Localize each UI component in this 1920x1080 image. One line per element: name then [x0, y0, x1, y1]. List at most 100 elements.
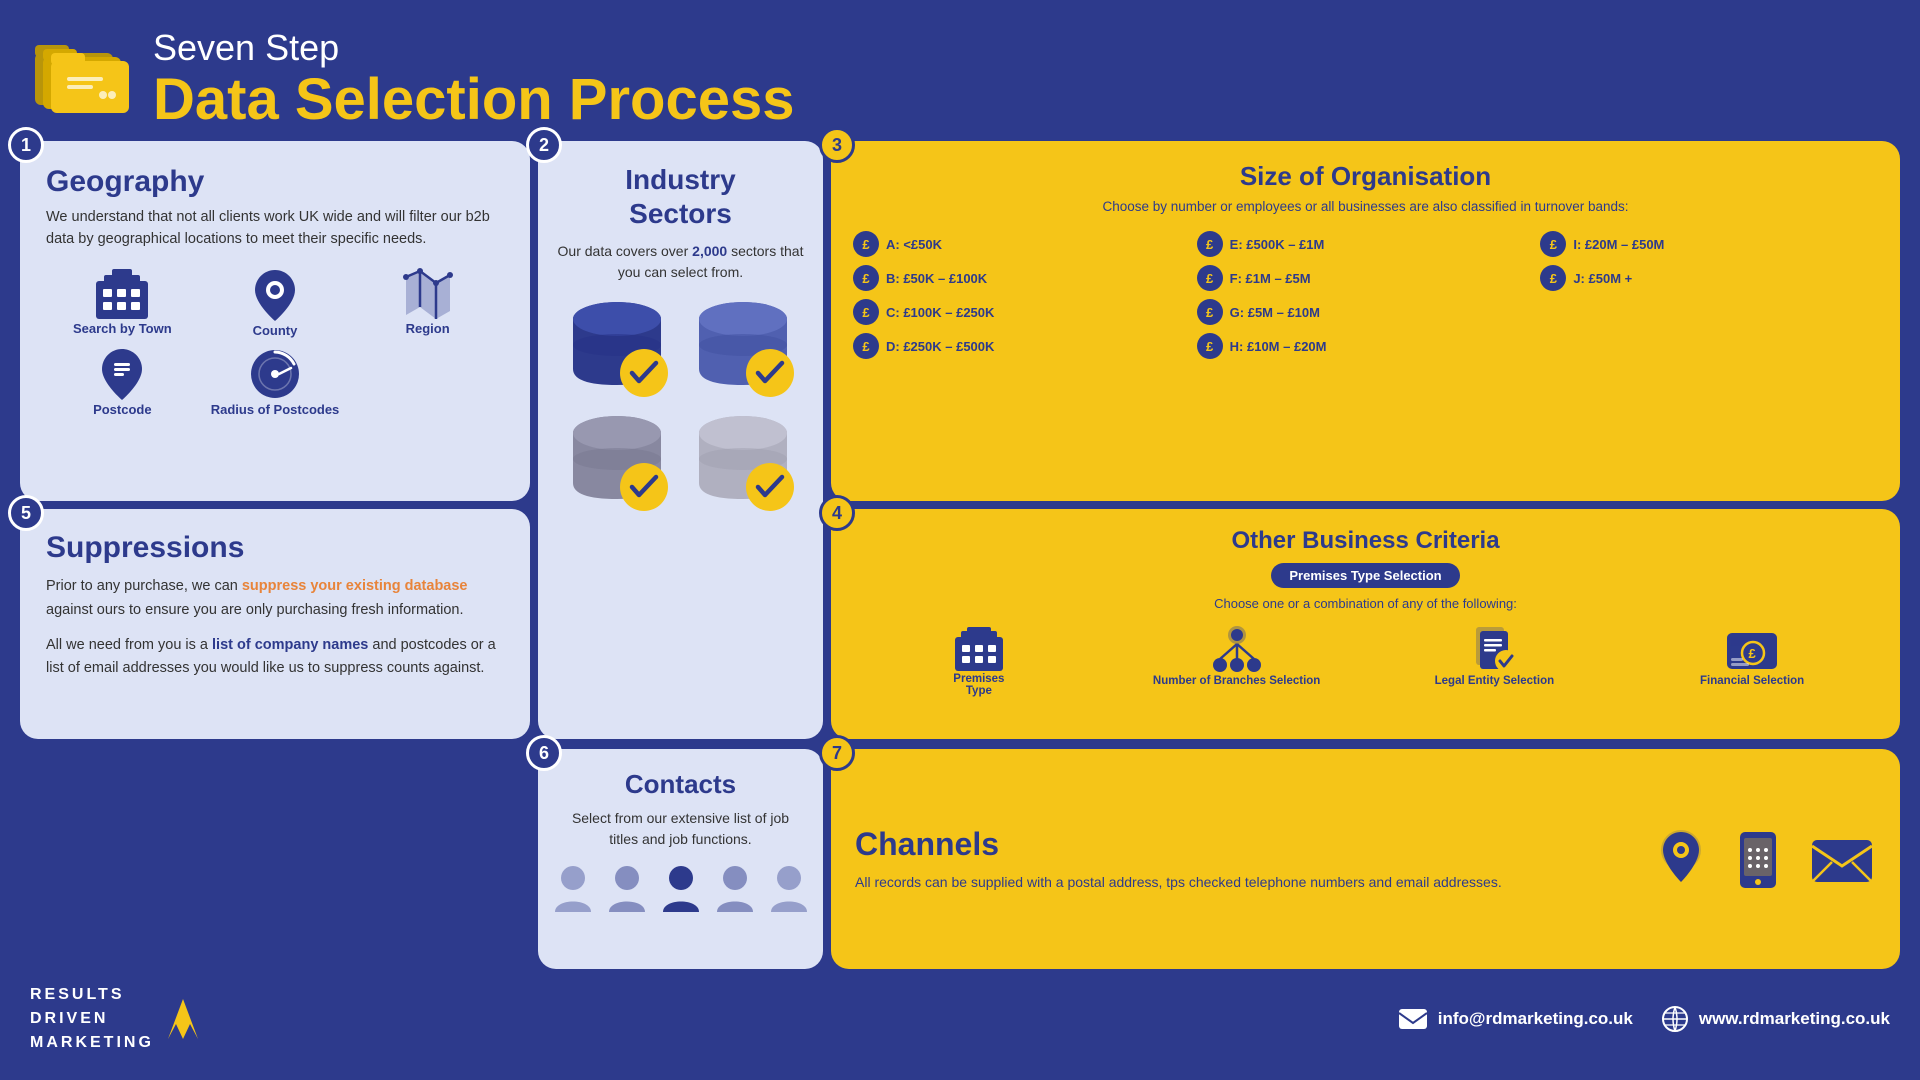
footer: RESULTS DRIVEN MARKETING info@rdmarketin…: [0, 969, 1920, 1055]
bands-grid: £ A: <£50K £ E: £500K – £1M £ I: £20M – …: [853, 231, 1878, 359]
band-g-row: £ G: £5M – £10M: [1197, 299, 1535, 325]
band-e-row: £ E: £500K – £1M: [1197, 231, 1535, 257]
pound-e: £: [1197, 231, 1223, 257]
size-subtitle: Choose by number or employees or all bus…: [853, 198, 1878, 217]
premises-type-item: PremisesType: [855, 623, 1103, 697]
band-a-row: £ A: <£50K: [853, 231, 1191, 257]
person3-icon: [659, 864, 703, 916]
region-map-icon: [398, 267, 458, 321]
band-h-text: H: £10M – £20M: [1230, 339, 1327, 354]
band-i-row: £ I: £20M – £50M: [1540, 231, 1878, 257]
pound-i: £: [1540, 231, 1566, 257]
channels-text-block: Channels All records can be supplied wit…: [855, 826, 1634, 893]
suppressions-para2: All we need from you is a list of compan…: [46, 634, 504, 680]
email-text: info@rdmarketing.co.uk: [1438, 1009, 1633, 1029]
band-j-text: J: £50M +: [1573, 271, 1632, 286]
header-title-block: Seven Step Data Selection Process: [153, 28, 795, 131]
band-e-text: E: £500K – £1M: [1230, 237, 1325, 252]
band-empty2: [1540, 333, 1878, 359]
radius-label: Radius of Postcodes: [211, 402, 340, 417]
person5-icon: [767, 864, 811, 916]
email-channel-icon: [1808, 832, 1876, 886]
db1-icon: [559, 297, 677, 403]
geo-region: Region: [351, 267, 504, 338]
other-subtitle-text: Choose one or a combination of any of th…: [855, 596, 1876, 611]
person-icons: [551, 864, 811, 916]
pound-d: £: [853, 333, 879, 359]
band-b-row: £ B: £50K – £100K: [853, 265, 1191, 291]
town-label: Search by Town: [73, 321, 172, 336]
pound-b: £: [853, 265, 879, 291]
size-heading: Size of Organisation: [853, 161, 1878, 192]
band-d-row: £ D: £250K – £500K: [853, 333, 1191, 359]
header-subtitle: Seven Step: [153, 28, 795, 68]
channel-icons: [1654, 828, 1876, 890]
pound-f: £: [1197, 265, 1223, 291]
industry-heading: IndustrySectors: [625, 163, 735, 230]
step2-badge: 2: [526, 127, 562, 163]
step3-size: 3 Size of Organisation Choose by number …: [831, 141, 1900, 501]
geography-heading: Geography: [46, 165, 504, 199]
step1-geography: 1 Geography We understand that not all c…: [20, 141, 530, 501]
premises-type-text: PremisesType: [953, 673, 1004, 697]
legal-entity-text: Legal Entity Selection: [1435, 675, 1555, 687]
phone-channel-icon: [1730, 828, 1786, 890]
radius-gauge-icon: [246, 346, 304, 402]
premises-badge-wrap: Premises Type Selection: [855, 563, 1876, 588]
location-channel-icon: [1654, 828, 1708, 890]
db4-icon: [685, 411, 803, 517]
db-icons: [559, 297, 803, 517]
website-contact: www.rdmarketing.co.uk: [1661, 1005, 1890, 1033]
band-c-row: £ C: £100K – £250K: [853, 299, 1191, 325]
legal-entity-icon: [1468, 623, 1520, 675]
geo-items: Search by Town County: [46, 267, 504, 417]
suppressions-para1: Prior to any purchase, we can suppress y…: [46, 575, 504, 621]
band-i-text: I: £20M – £50M: [1573, 237, 1664, 252]
financial-text: Financial Selection: [1700, 675, 1804, 687]
full-page: Seven Step Data Selection Process 1 Geog…: [0, 0, 1920, 1080]
town-building-icon: [92, 267, 152, 321]
premises-type-badge: Premises Type Selection: [1271, 563, 1459, 588]
brand-logo: RESULTS DRIVEN MARKETING: [30, 983, 213, 1055]
band-f-text: F: £1M – £5M: [1230, 271, 1311, 286]
db3-icon: [559, 411, 677, 517]
legal-entity-selection: Legal Entity Selection: [1371, 623, 1619, 687]
pound-c: £: [853, 299, 879, 325]
person4-icon: [713, 864, 757, 916]
step4-other: 4 Other Business Criteria Premises Type …: [831, 509, 1900, 739]
suppressions-heading: Suppressions: [46, 531, 504, 565]
pound-j: £: [1540, 265, 1566, 291]
step1-badge: 1: [8, 127, 44, 163]
geo-county: County: [199, 267, 352, 338]
email-contact: info@rdmarketing.co.uk: [1398, 1007, 1633, 1031]
branches-tree-icon: [1206, 623, 1268, 675]
header-section: Seven Step Data Selection Process: [0, 0, 1920, 141]
band-d-text: D: £250K – £500K: [886, 339, 994, 354]
financial-sel-icon: £: [1723, 623, 1781, 675]
branches-text: Number of Branches Selection: [1153, 675, 1320, 687]
main-grid: 1 Geography We understand that not all c…: [0, 141, 1920, 739]
email-footer-icon: [1398, 1007, 1428, 1031]
band-h-row: £ H: £10M – £20M: [1197, 333, 1535, 359]
postcode-loc-icon: [94, 346, 150, 402]
suppress-bold: suppress your existing database: [242, 578, 468, 594]
step7-channels: 7 Channels All records can be supplied w…: [831, 749, 1900, 969]
step6-badge: 6: [526, 735, 562, 771]
county-label: County: [253, 323, 298, 338]
band-j-row: £ J: £50M +: [1540, 265, 1878, 291]
band-g-text: G: £5M – £10M: [1230, 305, 1320, 320]
premises-bldg-icon: [953, 623, 1005, 673]
person2-icon: [605, 864, 649, 916]
other-criteria-row: PremisesType Number of Branches Selec: [855, 623, 1876, 697]
company-names-text: list of company names: [212, 637, 368, 653]
branches-selection-item: Number of Branches Selection: [1113, 623, 1361, 687]
globe-icon: [1661, 1005, 1689, 1033]
band-empty1: [1540, 299, 1878, 325]
geo-postcode: Postcode: [46, 346, 199, 417]
bottom-three-cards: 6 Contacts Select from our extensive lis…: [0, 749, 1920, 969]
region-label: Region: [406, 321, 450, 336]
step5-badge: 5: [8, 495, 44, 531]
band-b-text: B: £50K – £100K: [886, 271, 987, 286]
band-c-text: C: £100K – £250K: [886, 305, 994, 320]
channels-description: All records can be supplied with a posta…: [855, 871, 1634, 893]
